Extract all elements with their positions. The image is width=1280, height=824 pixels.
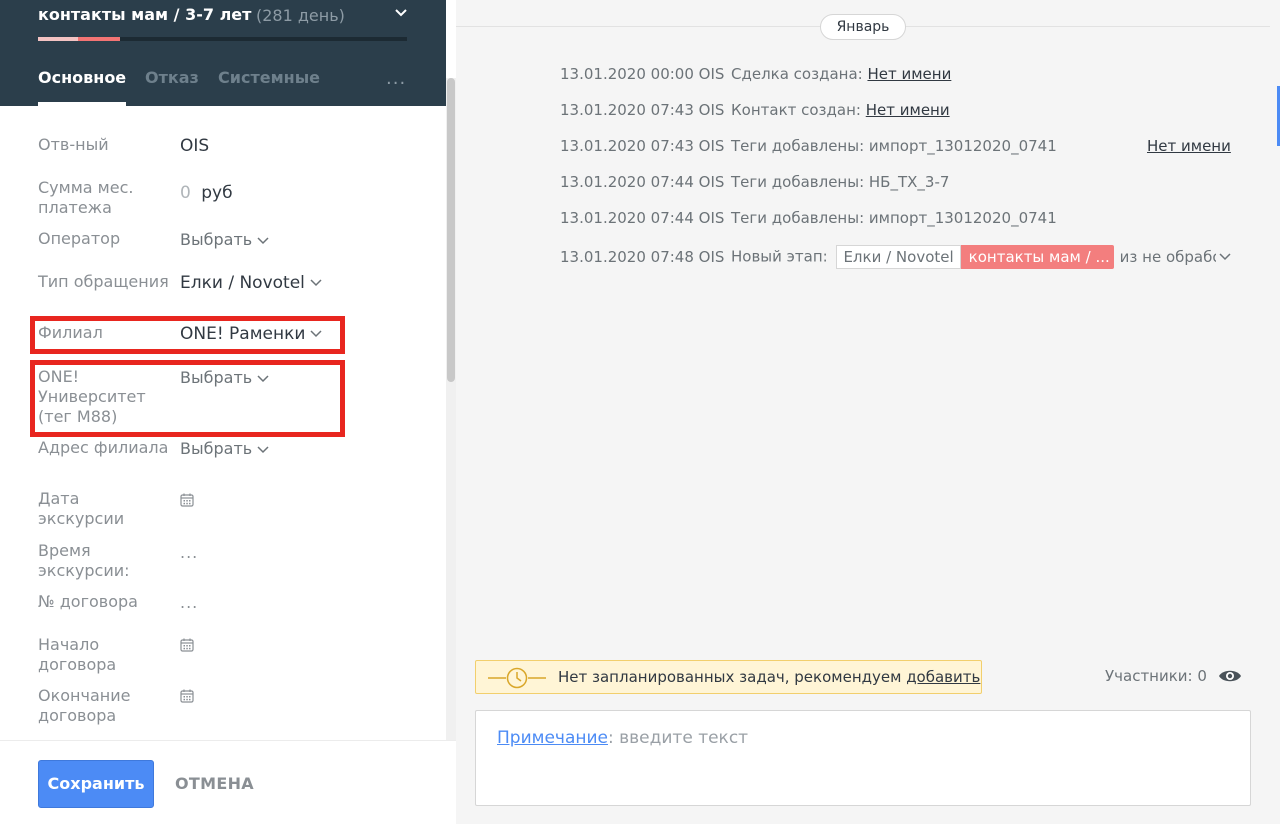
tab-main[interactable]: Основное [38,68,127,106]
scrollbar[interactable] [446,78,456,740]
field-label-contract-no: № договора [38,592,138,611]
field-label-university: ONE! Университет (тег M88) [38,367,146,426]
calendar-icon[interactable] [179,492,195,508]
feed-event: 13.01.2020 00:00 OIS Сделка создана: Нет … [560,64,951,84]
event-text: Теги добавлены: НБ_ТХ_3-7 [731,173,950,191]
feed-event: 13.01.2020 07:43 OIS Теги добавлены: импо… [560,136,1057,156]
field-label-contract-start: Начало договора [38,635,117,674]
chevron-down-icon [310,279,322,287]
field-label-request-type: Тип обращения [38,272,169,291]
stage-new-badge: контакты мам / ... [960,245,1114,269]
feed-event: 13.01.2020 07:43 OIS Контакт создан: Нет … [560,100,950,120]
event-link[interactable]: Нет имени [867,65,951,83]
cancel-button[interactable]: ОТМЕНА [175,774,254,793]
pipeline-progress[interactable] [38,37,407,41]
lead-header: контакты мам / 3-7 лет (281 день) Основн… [0,0,446,106]
note-type-link[interactable]: Примечание [497,728,608,748]
chevron-down-icon[interactable] [1218,252,1232,262]
request-type-select[interactable]: Елки / Novotel [180,273,323,293]
request-type-value: Елки / Novotel [180,273,305,293]
calendar-icon[interactable] [179,688,195,704]
event-text: Сделка создана: [731,65,868,83]
tab-rejection[interactable]: Отказ [145,68,199,87]
participants-count: Участники: 0 [1105,667,1207,685]
event-timestamp: 13.01.2020 07:43 OIS [560,101,725,119]
field-value-monthly-payment[interactable]: 0 руб [180,183,233,203]
field-label-monthly-payment: Сумма мес. платежа [38,178,134,217]
feed-event: 13.01.2020 07:44 OIS Теги добавлены: импо… [560,208,1057,228]
note-placeholder[interactable]: : введите текст [608,728,748,748]
field-label-contract-end: Окончание договора [38,686,131,725]
branch-address-select[interactable]: Выбрать [180,439,270,459]
tasks-message: Нет запланированных задач, рекомендуем [558,668,907,686]
lead-age: (281 день) [256,6,345,25]
contract-no-input[interactable]: ... [180,593,198,612]
event-timestamp: 13.01.2020 07:43 OIS [560,137,725,155]
event-timestamp: 13.01.2020 07:48 OIS [560,247,725,266]
branch-value: ONE! Раменки [180,324,306,344]
lead-card-panel: контакты мам / 3-7 лет (281 день) Основн… [0,0,456,824]
chevron-down-icon[interactable] [393,6,409,20]
field-label-responsible: Отв-ный [38,135,109,154]
field-label-tour-date: Дата экскурсии [38,489,125,528]
event-text: Контакт создан: [731,101,866,119]
payment-unit: руб [201,183,233,203]
field-label-tour-time: Время экскурсии: [38,541,130,580]
operator-select[interactable]: Выбрать [180,230,270,250]
save-button[interactable]: Сохранить [38,760,154,808]
lead-title[interactable]: контакты мам / 3-7 лет [38,5,251,24]
field-value-responsible[interactable]: OIS [180,136,209,156]
eye-icon[interactable] [1218,666,1242,686]
stage-old-badge: Елки / Novotel [836,245,961,269]
tour-time-input[interactable]: ... [180,543,198,562]
tabs-bar: Основное Отказ Системные ... [0,68,446,106]
month-separator: Январь [820,14,906,40]
branch-address-select-value: Выбрать [180,439,253,458]
operator-select-value: Выбрать [180,230,253,249]
field-label-operator: Оператор [38,229,121,248]
event-text: Новый этап: [731,247,833,266]
university-select[interactable]: Выбрать [180,368,270,388]
calendar-icon[interactable] [179,637,195,653]
feed-event: 13.01.2020 07:48 OIS Новый этап: Елки / N… [560,245,1232,269]
event-text: Теги добавлены: импорт_13012020_0741 [731,137,1057,155]
tasks-text: Нет запланированных задач, рекомендуем д… [558,668,980,686]
tasks-notice: Нет запланированных задач, рекомендуем д… [475,660,982,694]
event-author-link[interactable]: Нет имени [1147,136,1231,156]
chevron-down-icon [257,445,269,453]
more-icon[interactable]: ... [386,68,406,89]
form-footer: Сохранить ОТМЕНА [0,740,456,824]
clock-icon [488,667,546,689]
field-label-branch: Филиал [38,323,103,342]
activity-feed-panel: Январь 13.01.2020 00:00 OIS Сделка создан… [456,0,1280,824]
event-timestamp: 13.01.2020 00:00 OIS [560,65,725,83]
note-line: Примечание: введите текст [497,728,748,748]
event-timestamp: 13.01.2020 07:44 OIS [560,173,725,191]
university-select-value: Выбрать [180,368,253,387]
branch-select[interactable]: ONE! Раменки [180,324,323,344]
feed-event: 13.01.2020 07:44 OIS Теги добавлены: НБ_Т… [560,172,949,192]
event-text: Теги добавлены: импорт_13012020_0741 [731,209,1057,227]
note-input[interactable]: Примечание: введите текст [475,710,1251,806]
chevron-down-icon [257,374,269,382]
tab-system[interactable]: Системные [218,68,320,87]
event-timestamp: 13.01.2020 07:44 OIS [560,209,725,227]
field-label-branch-address: Адрес филиала [38,438,169,457]
add-task-link[interactable]: добавить [906,668,980,686]
stage-from-text: из не обработ [1119,248,1216,266]
payment-amount[interactable]: 0 [180,183,191,203]
event-link[interactable]: Нет имени [866,101,950,119]
chevron-down-icon [257,236,269,244]
chevron-down-icon [310,330,322,338]
